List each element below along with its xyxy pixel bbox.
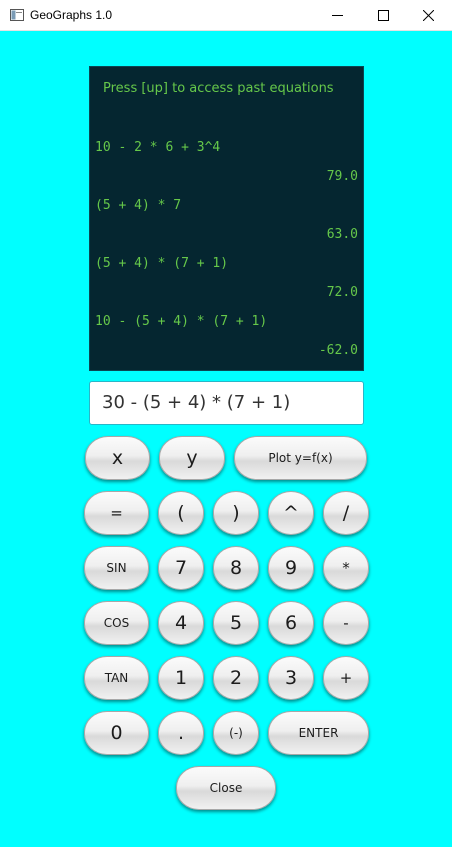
- digit-4-button[interactable]: 4: [158, 601, 204, 645]
- window-title: GeoGraphs 1.0: [30, 8, 113, 22]
- multiply-button[interactable]: *: [323, 546, 369, 590]
- history-result: 72.0: [326, 285, 358, 300]
- close-window-button[interactable]: [405, 0, 451, 31]
- history-expression: (5 + 4) * (7 + 1): [95, 256, 229, 271]
- tan-button[interactable]: TAN: [84, 656, 149, 700]
- digit-0-button[interactable]: 0: [84, 711, 149, 755]
- digit-8-button[interactable]: 8: [213, 546, 259, 590]
- enter-button[interactable]: ENTER: [268, 711, 369, 755]
- digit-3-button[interactable]: 3: [268, 656, 314, 700]
- subtract-button[interactable]: -: [323, 601, 369, 645]
- close-icon: [422, 10, 434, 21]
- sin-button[interactable]: SIN: [84, 546, 149, 590]
- history-expression: 10 - 2 * 6 + 3^4: [95, 140, 221, 155]
- maximize-button[interactable]: [360, 0, 406, 31]
- window-titlebar[interactable]: GeoGraphs 1.0: [0, 0, 452, 31]
- history-result: 79.0: [326, 169, 358, 184]
- digit-6-button[interactable]: 6: [268, 601, 314, 645]
- digit-9-button[interactable]: 9: [268, 546, 314, 590]
- history-expression: (5 + 4) * 7: [95, 198, 182, 213]
- cos-button[interactable]: COS: [84, 601, 149, 645]
- close-paren-button[interactable]: ): [213, 491, 259, 535]
- minimize-icon: [331, 15, 343, 16]
- add-button[interactable]: +: [323, 656, 369, 700]
- negate-button[interactable]: (-): [213, 711, 259, 755]
- x-button[interactable]: x: [85, 436, 150, 480]
- divide-button[interactable]: /: [323, 491, 369, 535]
- equals-button[interactable]: =: [84, 491, 149, 535]
- history-hint: Press [up] to access past equations: [103, 81, 334, 96]
- digit-1-button[interactable]: 1: [158, 656, 204, 700]
- app-icon: [10, 9, 24, 21]
- open-paren-button[interactable]: (: [158, 491, 204, 535]
- digit-5-button[interactable]: 5: [213, 601, 259, 645]
- history-result: -62.0: [318, 343, 358, 358]
- history-expression: 10 - (5 + 4) * (7 + 1): [95, 314, 268, 329]
- minimize-button[interactable]: [314, 0, 360, 31]
- power-button[interactable]: ^: [268, 491, 314, 535]
- history-result: 63.0: [326, 227, 358, 242]
- expression-input[interactable]: 30 - (5 + 4) * (7 + 1): [89, 381, 364, 425]
- y-button[interactable]: y: [159, 436, 225, 480]
- decimal-point-button[interactable]: .: [158, 711, 204, 755]
- digit-2-button[interactable]: 2: [213, 656, 259, 700]
- maximize-icon: [377, 10, 389, 21]
- close-button[interactable]: Close: [176, 766, 276, 810]
- history-console[interactable]: Press [up] to access past equations 10 -…: [89, 66, 364, 371]
- digit-7-button[interactable]: 7: [158, 546, 204, 590]
- plot-button[interactable]: Plot y=f(x): [234, 436, 367, 480]
